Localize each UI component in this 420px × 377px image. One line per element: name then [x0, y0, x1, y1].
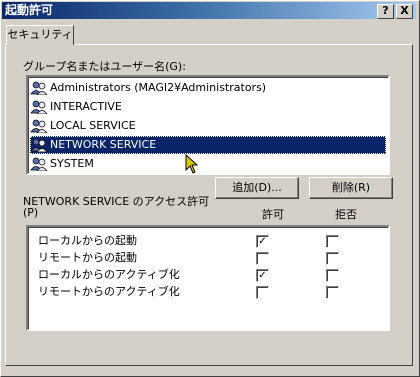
user-group-icon — [30, 81, 48, 95]
deny-checkbox[interactable] — [326, 252, 339, 265]
list-item[interactable]: NETWORK SERVICE — [30, 136, 386, 154]
permissions-label-accel: (P) — [23, 206, 39, 219]
groups-label: グループ名またはユーザー名(G): — [23, 60, 186, 73]
list-item-label: LOCAL SERVICE — [50, 119, 136, 132]
permissions-listbox[interactable]: ローカルからの起動 ✓ リモートからの起動ローカルからのアクティブ化 ✓ リモートからの… — [26, 225, 390, 331]
remove-button[interactable]: 削除(R) — [309, 177, 393, 199]
permission-row: ローカルからのアクティブ化 — [38, 268, 180, 281]
tab-security[interactable]: セキュリティ — [6, 25, 74, 45]
user-group-icon — [30, 138, 48, 152]
list-item-label: Administrators (MAGI2¥Administrators) — [50, 81, 267, 94]
permission-row: ローカルからの起動 — [38, 234, 137, 247]
user-group-icon — [30, 157, 48, 171]
title-bar[interactable]: 起動許可 ? X — [2, 2, 416, 19]
list-item[interactable]: INTERACTIVE — [30, 98, 386, 116]
deny-checkbox[interactable] — [326, 269, 339, 282]
deny-column-header: 拒否 — [335, 208, 357, 221]
list-item-label: NETWORK SERVICE — [50, 138, 157, 151]
allow-checkbox[interactable] — [256, 252, 269, 265]
list-item[interactable]: LOCAL SERVICE — [30, 117, 386, 135]
window-title: 起動許可 — [5, 3, 54, 17]
help-button[interactable]: ? — [377, 4, 394, 19]
deny-checkbox[interactable] — [326, 286, 339, 299]
permission-row: リモートからのアクティブ化 — [38, 285, 180, 298]
user-group-icon — [30, 100, 48, 114]
list-item-label: SYSTEM — [50, 157, 94, 170]
list-item[interactable]: SYSTEM — [30, 155, 386, 173]
close-button[interactable]: X — [396, 4, 413, 19]
permissions-label: NETWORK SERVICE のアクセス許可 — [23, 195, 210, 208]
user-group-icon — [30, 119, 48, 133]
permission-row: リモートからの起動 — [38, 251, 137, 264]
allow-checkbox[interactable] — [256, 286, 269, 299]
security-panel: グループ名またはユーザー名(G): Administrators (MAGI2¥… — [5, 44, 413, 366]
groups-listbox[interactable]: Administrators (MAGI2¥Administrators) INT… — [26, 75, 390, 175]
list-item-label: INTERACTIVE — [50, 100, 122, 113]
allow-column-header: 許可 — [262, 208, 284, 221]
mouse-cursor-icon — [185, 154, 199, 174]
dialog-window: 起動許可 ? X セキュリティ グループ名またはユーザー名(G): Admini… — [0, 0, 420, 377]
allow-checkbox[interactable]: ✓ — [256, 269, 269, 282]
add-button[interactable]: 追加(D)... — [215, 177, 299, 199]
allow-checkbox[interactable]: ✓ — [256, 235, 269, 248]
deny-checkbox[interactable] — [326, 235, 339, 248]
list-item[interactable]: Administrators (MAGI2¥Administrators) — [30, 79, 386, 97]
